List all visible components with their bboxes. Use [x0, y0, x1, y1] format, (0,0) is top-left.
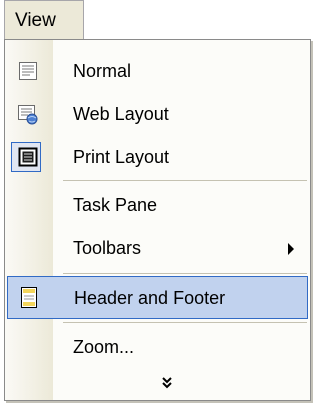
view-menu: Normal Web Layout Print Layout Task Pane… — [4, 39, 311, 401]
header-footer-icon — [18, 286, 40, 308]
normal-view-icon — [17, 60, 39, 82]
web-layout-icon — [17, 103, 39, 125]
menu-item-label: Normal — [73, 61, 132, 81]
menu-item-label: Toolbars — [73, 238, 142, 258]
menu-separator — [63, 273, 307, 274]
menu-item-label: Zoom... — [73, 337, 135, 357]
menu-item-label: Header and Footer — [74, 288, 226, 308]
menu-separator — [63, 322, 307, 323]
menu-item-zoom[interactable]: Zoom... — [5, 326, 310, 369]
menubar-view-tab[interactable]: View — [4, 0, 84, 40]
menu-item-label: Print Layout — [73, 147, 170, 167]
menu-item-print-layout[interactable]: Print Layout — [5, 136, 310, 179]
menu-item-header-and-footer[interactable]: Header and Footer — [7, 276, 308, 319]
menu-item-task-pane[interactable]: Task Pane — [5, 184, 310, 227]
submenu-arrow-icon — [288, 243, 294, 255]
menu-separator — [63, 180, 307, 181]
menu-item-web-layout[interactable]: Web Layout — [5, 93, 310, 136]
menu-item-label: Task Pane — [73, 195, 158, 215]
menubar-view-label: View — [15, 10, 56, 31]
print-layout-icon — [17, 146, 39, 168]
menu-item-toolbars[interactable]: Toolbars — [5, 227, 310, 270]
menu-item-normal[interactable]: Normal — [5, 50, 310, 93]
expand-menu-button[interactable] — [5, 376, 310, 398]
menu-item-label: Web Layout — [73, 104, 169, 124]
double-chevron-down-icon — [161, 377, 172, 389]
